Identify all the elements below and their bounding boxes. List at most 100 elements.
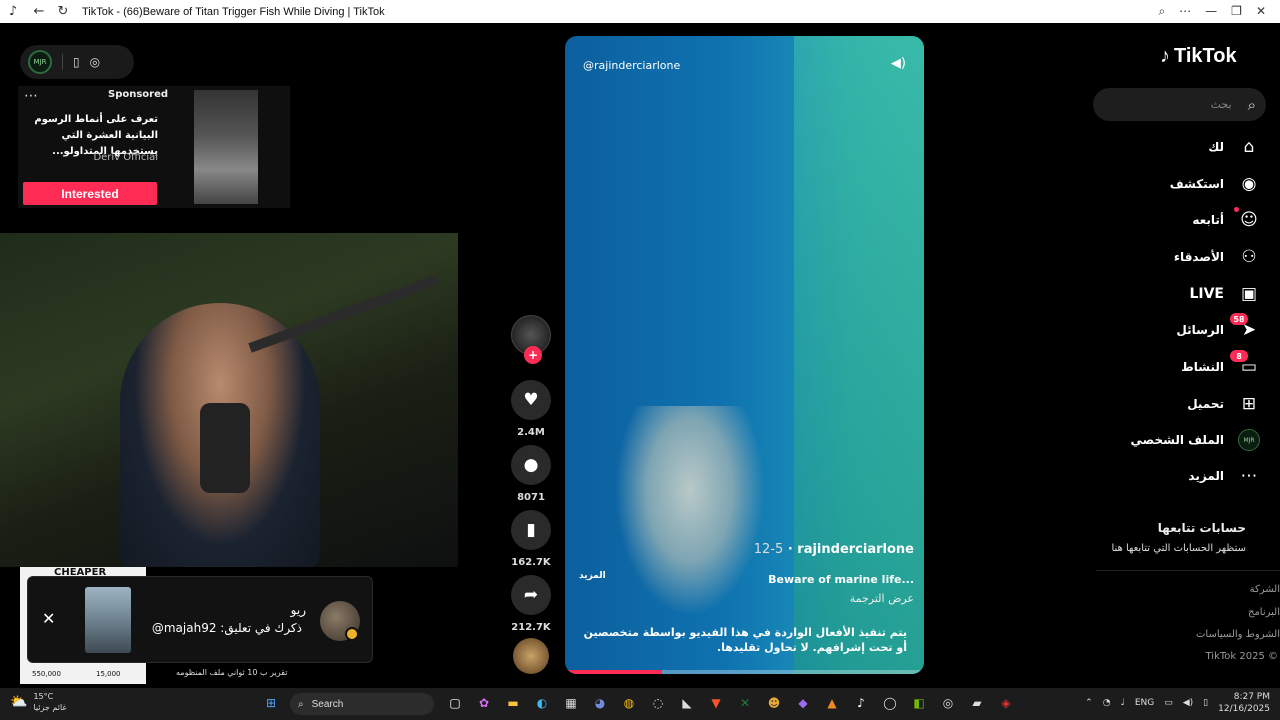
volume-icon[interactable]: ◀)	[1183, 698, 1193, 708]
like-action[interactable]: ♥ 2.4M	[511, 380, 551, 438]
sidebar-item-activity[interactable]: النشاط ▭ 8	[1181, 350, 1260, 379]
share-icon[interactable]: ➦	[511, 575, 551, 615]
comment-count: 8071	[517, 492, 545, 503]
chrome-icon[interactable]: ◍	[620, 694, 638, 712]
sidebar-item-label: المزيد	[1188, 469, 1224, 483]
sidebar-item-explore[interactable]: استكشف ◉	[1170, 172, 1260, 196]
taskbar-search[interactable]: ⌕ Search	[290, 693, 434, 715]
close-icon[interactable]: ✕	[1256, 4, 1266, 19]
network-icon[interactable]: ◔	[1103, 698, 1111, 708]
more-dots-icon[interactable]: ⋯	[24, 88, 38, 104]
sidebar-item-label: تحميل	[1187, 397, 1224, 411]
activity-badge: 8	[1230, 350, 1248, 362]
mcafee-icon[interactable]: ◈	[997, 694, 1015, 712]
footer-link-program[interactable]: البرنامج	[1248, 607, 1280, 618]
sidebar-item-following[interactable]: أتابعه ☺	[1192, 207, 1260, 232]
weather-widget[interactable]: ⛅ 15°C غائم جزئيا	[10, 691, 67, 713]
more-icon[interactable]: ⋯	[1179, 4, 1191, 19]
zoom-icon[interactable]: ⌕	[1158, 4, 1165, 19]
discord-icon[interactable]: ◕	[591, 694, 609, 712]
excel-icon[interactable]: ✕	[736, 694, 754, 712]
following-heading: حسابات تتابعها	[1157, 521, 1246, 535]
tiktok-circle-icon: ◎	[89, 55, 101, 69]
minimize-icon[interactable]: —	[1205, 4, 1217, 19]
ad-price: 550,000	[32, 670, 61, 678]
weather-icon: ⛅	[10, 694, 28, 710]
footer-link-company[interactable]: الشركة	[1250, 584, 1280, 595]
ad-thumbnail[interactable]	[194, 90, 258, 204]
mention-notification[interactable]: ✕ ريو ذكرك في تعليق: majah92@	[27, 576, 373, 663]
time: 8:27 PM	[1233, 692, 1270, 702]
send-icon: ➤ 58	[1230, 313, 1260, 341]
creator-avatar[interactable]: +	[511, 315, 551, 364]
display-icon[interactable]: ▭	[1164, 698, 1173, 708]
translate-link[interactable]: عرض الترجمة	[850, 592, 914, 605]
windows-start-icon[interactable]: ⊞	[262, 694, 280, 712]
ad-price: 15,000	[96, 670, 121, 678]
video-author[interactable]: 12-5 · rajinderciarlone	[754, 542, 914, 557]
comment-icon[interactable]: ●	[511, 445, 551, 485]
capcut-icon[interactable]: ◣	[678, 694, 696, 712]
more-button[interactable]: المزيد	[579, 571, 606, 581]
close-icon[interactable]: ✕	[42, 609, 55, 628]
sidebar-item-profile[interactable]: الملف الشخصي MJR	[1131, 428, 1260, 452]
maximize-icon[interactable]: ❐	[1231, 4, 1242, 19]
share-action[interactable]: ➦ 212.7K	[511, 575, 551, 633]
friends-icon: ⚇	[1241, 247, 1257, 267]
app-icon[interactable]: ◯	[881, 694, 899, 712]
back-arrow-icon[interactable]: ←	[30, 3, 48, 21]
steam-icon[interactable]: ◎	[939, 694, 957, 712]
temperature: 15°C	[33, 692, 54, 701]
clock[interactable]: 8:27 PM 12/16/2025	[1218, 691, 1270, 715]
heart-icon[interactable]: ♥	[511, 380, 551, 420]
app-icon[interactable]: ☻	[765, 694, 783, 712]
upload-icon: ⊞	[1241, 394, 1257, 414]
video-player[interactable]: @rajinderciarlone ◀) 12-5 · rajinderciar…	[565, 36, 924, 674]
nvidia-icon[interactable]: ◧	[910, 694, 928, 712]
follow-plus-icon[interactable]: +	[524, 346, 542, 364]
chevron-up-icon[interactable]: ⌃	[1085, 698, 1093, 708]
battery-icon[interactable]: ▯	[1203, 698, 1208, 708]
search-icon[interactable]: ⌕	[1248, 96, 1256, 114]
activity-icon: ▭ 8	[1230, 350, 1260, 378]
save-action[interactable]: ▮ 162.7K	[511, 510, 551, 568]
sidebar-item-foryou[interactable]: لك ⌂	[1208, 135, 1260, 159]
interested-button[interactable]: Interested	[23, 182, 157, 205]
date: 12/16/2025	[1218, 704, 1270, 714]
brave-icon[interactable]: ▼	[707, 694, 725, 712]
footer-link-terms[interactable]: الشروط والسياسات	[1196, 629, 1280, 640]
search-input[interactable]: بحث ⌕	[1093, 88, 1266, 121]
tiktok-logo[interactable]: ♪ TikTok	[1160, 45, 1237, 68]
tiktok-icon[interactable]: ♪	[852, 694, 870, 712]
music-disc-icon[interactable]	[513, 638, 549, 674]
file-explorer-icon[interactable]: ▬	[504, 694, 522, 712]
webcam-feed	[0, 233, 458, 567]
sidebar-item-more[interactable]: المزيد ⋯	[1188, 464, 1260, 488]
copilot-icon[interactable]: ✿	[475, 694, 493, 712]
mic-icon[interactable]: ♩	[1121, 698, 1125, 708]
store-icon[interactable]: ▦	[562, 694, 580, 712]
app-icon[interactable]: ◆	[794, 694, 812, 712]
video-username[interactable]: rajinderciarlone	[797, 542, 914, 557]
messages-badge: 58	[1230, 313, 1248, 325]
vlc-icon[interactable]: ▲	[823, 694, 841, 712]
volume-icon[interactable]: ◀)	[891, 56, 906, 71]
comment-action[interactable]: ● 8071	[511, 445, 551, 503]
obs-icon[interactable]: ◌	[649, 694, 667, 712]
footer-copyright: TikTok 2025 ©	[1205, 651, 1279, 662]
video-progress-bar[interactable]	[565, 670, 924, 674]
sidebar-item-messages[interactable]: الرسائل ➤ 58	[1176, 313, 1260, 342]
edge-icon[interactable]: ◐	[533, 694, 551, 712]
tiktok-note-icon: ♪	[1160, 45, 1170, 67]
notification-thumbnail[interactable]	[85, 587, 131, 653]
compass-icon: ◉	[1241, 174, 1257, 194]
app-icon[interactable]: ▰	[968, 694, 986, 712]
sidebar-item-live[interactable]: LIVE ▣	[1189, 282, 1260, 306]
reload-icon[interactable]: ↻	[54, 3, 72, 21]
sidebar-item-friends[interactable]: الأصدقاء ⚇	[1174, 245, 1260, 269]
task-view-icon[interactable]: ▢	[446, 694, 464, 712]
sidebar-item-upload[interactable]: تحميل ⊞	[1187, 392, 1260, 416]
bookmark-icon[interactable]: ▮	[511, 510, 551, 550]
tiktok-app-icon: ♪	[8, 4, 18, 19]
language-indicator[interactable]: ENG	[1135, 698, 1154, 708]
